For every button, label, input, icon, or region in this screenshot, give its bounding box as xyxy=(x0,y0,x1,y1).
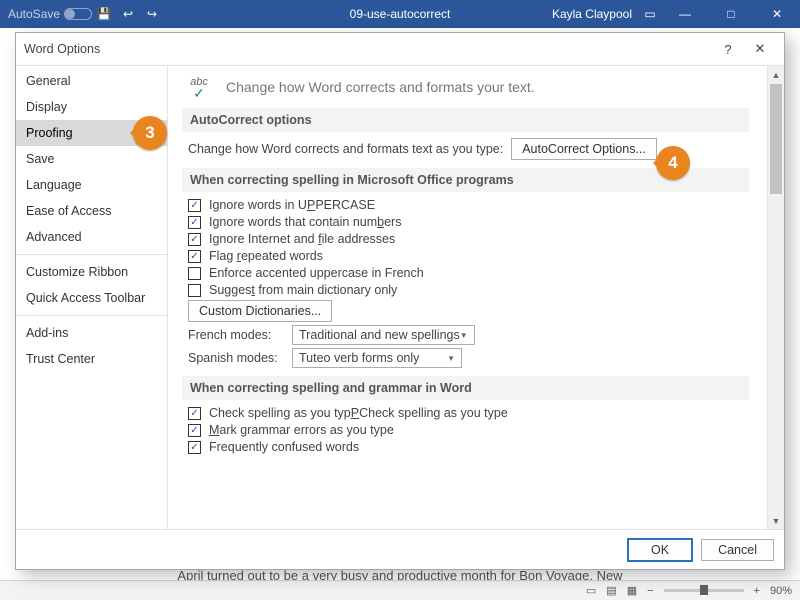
annotation-3: 3 xyxy=(133,116,167,150)
cancel-button[interactable]: Cancel xyxy=(701,539,774,561)
sidebar-item-save[interactable]: Save xyxy=(16,146,167,172)
word-options-dialog: Word Options ? ✕ GeneralDisplayProofingS… xyxy=(15,32,785,570)
french-modes-select[interactable]: Traditional and new spellings▼ xyxy=(292,325,475,345)
maximize-button[interactable]: □ xyxy=(708,0,754,28)
content-scrollbar[interactable]: ▲ ▼ xyxy=(767,66,784,529)
view-web-icon[interactable]: ▦ xyxy=(627,584,637,597)
proofing-header-icon: abc ✓ xyxy=(182,76,216,98)
scroll-thumb[interactable] xyxy=(770,84,782,194)
dialog-title: Word Options xyxy=(24,42,100,56)
office-spell-checkbox-5[interactable] xyxy=(188,284,201,297)
sidebar-item-ease-of-access[interactable]: Ease of Access xyxy=(16,198,167,224)
word-spell-label-1: Mark grammar errors as you type xyxy=(209,423,394,437)
sidebar-item-general[interactable]: General xyxy=(16,68,167,94)
word-spell-label-0: Check spelling as you typPCheck spelling… xyxy=(209,406,508,420)
section-autocorrect: AutoCorrect options xyxy=(182,108,749,132)
redo-icon[interactable]: ↪ xyxy=(144,6,160,22)
custom-dictionaries-button[interactable]: Custom Dictionaries... xyxy=(188,300,332,322)
spanish-modes-select[interactable]: Tuteo verb forms only▼ xyxy=(292,348,462,368)
dialog-titlebar: Word Options ? ✕ xyxy=(16,33,784,65)
spanish-modes-label: Spanish modes: xyxy=(188,351,284,365)
french-modes-label: French modes: xyxy=(188,328,284,342)
office-spell-checkbox-3[interactable] xyxy=(188,250,201,263)
office-spell-label-5: Suggest from main dictionary only xyxy=(209,283,397,297)
office-spell-checkbox-0[interactable] xyxy=(188,199,201,212)
ribbon-display-icon[interactable]: ▭ xyxy=(642,6,658,22)
zoom-slider[interactable] xyxy=(664,589,744,592)
status-bar: ▭ ▤ ▦ − + 90% xyxy=(0,580,800,600)
scroll-up-icon[interactable]: ▲ xyxy=(768,66,784,83)
office-spell-checkbox-1[interactable] xyxy=(188,216,201,229)
word-spell-checkbox-0[interactable] xyxy=(188,407,201,420)
office-spell-label-4: Enforce accented uppercase in French xyxy=(209,266,424,280)
help-button[interactable]: ? xyxy=(712,33,744,65)
sidebar-item-add-ins[interactable]: Add-ins xyxy=(16,320,167,346)
proofing-header-text: Change how Word corrects and formats you… xyxy=(226,79,535,95)
minimize-button[interactable]: — xyxy=(662,0,708,28)
autocorrect-desc: Change how Word corrects and formats tex… xyxy=(188,142,503,156)
sidebar-item-trust-center[interactable]: Trust Center xyxy=(16,346,167,372)
zoom-value: 90% xyxy=(770,585,792,597)
document-title: 09-use-autocorrect xyxy=(350,7,451,21)
office-spell-label-0: Ignore words in UPPERCASE xyxy=(209,198,375,212)
view-print-icon[interactable]: ▤ xyxy=(606,584,616,597)
autosave-label: AutoSave xyxy=(8,7,60,21)
section-spelling-word: When correcting spelling and grammar in … xyxy=(182,376,749,400)
sidebar-item-advanced[interactable]: Advanced xyxy=(16,224,167,250)
sidebar-item-customize-ribbon[interactable]: Customize Ribbon xyxy=(16,259,167,285)
save-icon[interactable]: 💾 xyxy=(96,6,112,22)
office-spell-label-1: Ignore words that contain numbers xyxy=(209,215,401,229)
office-spell-checkbox-2[interactable] xyxy=(188,233,201,246)
autocorrect-options-button[interactable]: AutoCorrect Options... xyxy=(511,138,657,160)
user-name: Kayla Claypool xyxy=(552,7,632,21)
sidebar-item-language[interactable]: Language xyxy=(16,172,167,198)
office-spell-label-2: Ignore Internet and file addresses xyxy=(209,232,395,246)
word-titlebar: AutoSave 💾 ↩ ↪ 09-use-autocorrect Kayla … xyxy=(0,0,800,28)
sidebar-item-quick-access-toolbar[interactable]: Quick Access Toolbar xyxy=(16,285,167,311)
chevron-down-icon: ▼ xyxy=(460,331,468,340)
office-spell-label-3: Flag repeated words xyxy=(209,249,323,263)
word-spell-checkbox-2[interactable] xyxy=(188,441,201,454)
dialog-footer: OK Cancel xyxy=(16,529,784,569)
office-spell-checkbox-4[interactable] xyxy=(188,267,201,280)
autosave-toggle[interactable]: AutoSave xyxy=(8,7,92,21)
close-dialog-button[interactable]: ✕ xyxy=(744,33,776,65)
chevron-down-icon: ▼ xyxy=(447,354,455,363)
word-spell-label-2: Frequently confused words xyxy=(209,440,359,454)
undo-icon[interactable]: ↩ xyxy=(120,6,136,22)
zoom-in-icon[interactable]: + xyxy=(754,585,760,597)
toggle-off-icon xyxy=(64,8,92,20)
view-readmode-icon[interactable]: ▭ xyxy=(586,584,596,597)
close-window-button[interactable]: ✕ xyxy=(754,0,800,28)
scroll-down-icon[interactable]: ▼ xyxy=(768,512,784,529)
annotation-4: 4 xyxy=(656,146,690,180)
word-spell-checkbox-1[interactable] xyxy=(188,424,201,437)
ok-button[interactable]: OK xyxy=(627,538,693,562)
zoom-out-icon[interactable]: − xyxy=(647,585,653,597)
options-content: abc ✓ Change how Word corrects and forma… xyxy=(168,66,767,529)
